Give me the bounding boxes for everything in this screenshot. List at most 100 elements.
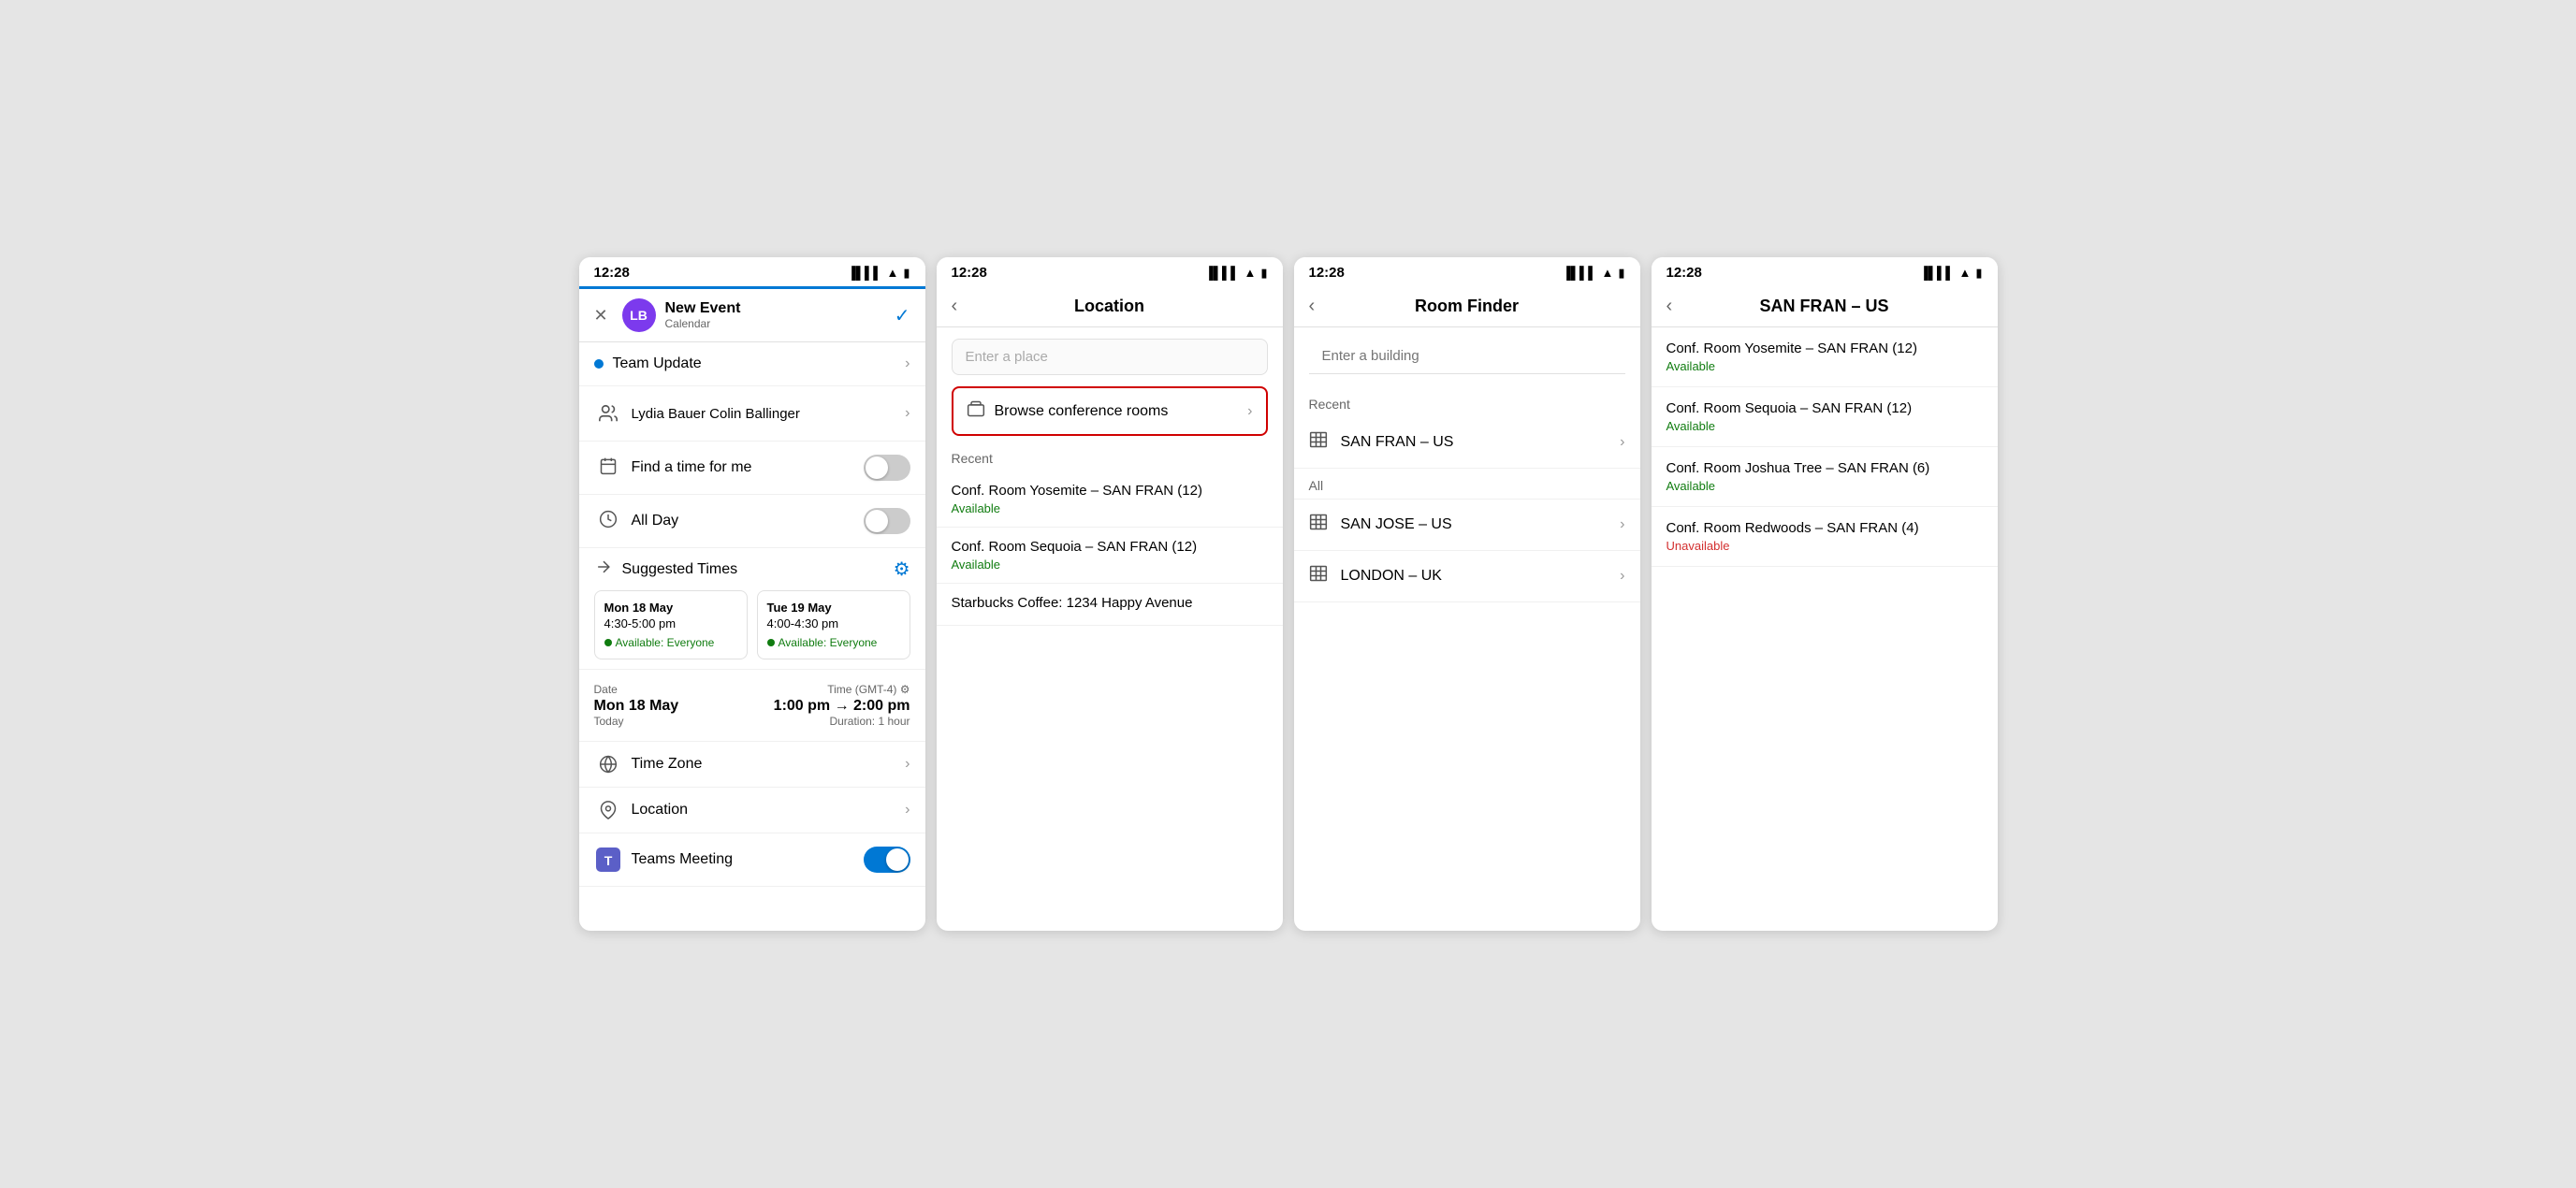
slot2-day: Tue 19 May (767, 601, 900, 615)
avail-dot-2 (767, 639, 775, 646)
wand-icon (594, 558, 613, 581)
check-button[interactable]: ✓ (882, 304, 910, 327)
room-item-0[interactable]: Conf. Room Yosemite – SAN FRAN (12)Avail… (1652, 327, 1998, 387)
room-name-3: Conf. Room Redwoods – SAN FRAN (4) (1666, 520, 1983, 536)
people-icon (594, 399, 622, 427)
browse-chevron-icon: › (1247, 403, 1252, 420)
signal-icon-4: ▐▌▌▌ (1920, 266, 1955, 280)
wifi-icon: ▲ (886, 266, 898, 280)
all-building-chevron-1: › (1620, 568, 1624, 585)
location-item-2[interactable]: Starbucks Coffee: 1234 Happy Avenue (937, 584, 1283, 626)
signal-icon-3: ▐▌▌▌ (1563, 266, 1597, 280)
all-building-1[interactable]: LONDON – UK › (1294, 551, 1640, 602)
all-day-toggle[interactable] (864, 508, 910, 534)
time-slot-1[interactable]: Mon 18 May 4:30-5:00 pm Available: Every… (594, 590, 748, 659)
room-item-2[interactable]: Conf. Room Joshua Tree – SAN FRAN (6)Ava… (1652, 447, 1998, 507)
status-time-1: 12:28 (594, 265, 630, 281)
status-icons-2: ▐▌▌▌ ▲ ▮ (1205, 266, 1268, 281)
suggested-label: Suggested Times (622, 561, 894, 578)
slot2-time: 4:00-4:30 pm (767, 616, 900, 630)
header-new-event: ✕ LB New Event Calendar ✓ (579, 289, 925, 342)
status-time-4: 12:28 (1666, 265, 1702, 281)
time-value: 1:00 pm → 2:00 pm (774, 698, 910, 715)
screen-room-finder: 12:28 ▐▌▌▌ ▲ ▮ ‹ Room Finder Recent SAN (1294, 257, 1640, 931)
room-finder-title: Room Finder (1337, 297, 1597, 316)
date-col: Date Mon 18 May Today (594, 683, 679, 728)
slot1-day: Mon 18 May (604, 601, 737, 615)
filter-icon[interactable]: ⚙ (894, 558, 910, 581)
wifi-icon-3: ▲ (1601, 266, 1613, 280)
slot1-time: 4:30-5:00 pm (604, 616, 737, 630)
status-bar-1: 12:28 ▐▌▌▌ ▲ ▮ (579, 257, 925, 286)
location-item-name-0: Conf. Room Yosemite – SAN FRAN (12) (952, 483, 1268, 499)
chevron-icon-event: › (905, 355, 910, 372)
location-row[interactable]: Location › (579, 788, 925, 833)
timezone-row[interactable]: Time Zone › (579, 742, 925, 788)
calendar-icon (594, 456, 622, 480)
location-item-0[interactable]: Conf. Room Yosemite – SAN FRAN (12)Avail… (937, 471, 1283, 528)
time-col: Time (GMT-4) ⚙ 1:00 pm → 2:00 pm Duratio… (774, 683, 910, 728)
status-bar-2: 12:28 ▐▌▌▌ ▲ ▮ (937, 257, 1283, 286)
time-label: Time (GMT-4) ⚙ (827, 683, 910, 696)
close-button[interactable]: ✕ (594, 306, 622, 326)
attendee-names: Lydia Bauer Colin Ballinger (632, 406, 906, 422)
room-name-1: Conf. Room Sequoia – SAN FRAN (12) (1666, 400, 1983, 416)
location-icon (594, 801, 622, 819)
chevron-icon-attendees: › (905, 405, 910, 422)
event-name: New Event (665, 300, 741, 317)
building-search-input[interactable] (1309, 339, 1625, 374)
recent-building-name-0: SAN FRAN – US (1341, 434, 1621, 451)
teams-toggle[interactable] (864, 847, 910, 873)
status-time-3: 12:28 (1309, 265, 1345, 281)
teams-icon: T (594, 848, 622, 872)
signal-icon: ▐▌▌▌ (848, 266, 882, 280)
screen-location: 12:28 ▐▌▌▌ ▲ ▮ ‹ Location Enter a place … (937, 257, 1283, 931)
back-button-2[interactable]: ‹ (952, 296, 980, 317)
building-icon-all-1 (1309, 564, 1328, 588)
room-item-3[interactable]: Conf. Room Redwoods – SAN FRAN (4)Unavai… (1652, 507, 1998, 567)
date-value: Mon 18 May (594, 698, 679, 715)
room-item-1[interactable]: Conf. Room Sequoia – SAN FRAN (12)Availa… (1652, 387, 1998, 447)
time-slot-2[interactable]: Tue 19 May 4:00-4:30 pm Available: Every… (757, 590, 910, 659)
teams-row: T Teams Meeting (579, 833, 925, 887)
location-search-field[interactable]: Enter a place (952, 339, 1268, 375)
avatar: LB (622, 298, 656, 332)
signal-icon-2: ▐▌▌▌ (1205, 266, 1240, 280)
all-buildings: SAN JOSE – US › LONDON – UK › (1294, 500, 1640, 602)
sanfran-title: SAN FRAN – US (1695, 297, 1955, 316)
status-icons-1: ▐▌▌▌ ▲ ▮ (848, 266, 910, 281)
location-item-1[interactable]: Conf. Room Sequoia – SAN FRAN (12)Availa… (937, 528, 1283, 584)
event-title-row[interactable]: Team Update › (579, 342, 925, 386)
browse-rooms-button[interactable]: Browse conference rooms › (952, 386, 1268, 436)
find-time-toggle[interactable] (864, 455, 910, 481)
datetime-section: Date Mon 18 May Today Time (GMT-4) ⚙ 1:0… (579, 670, 925, 742)
status-time-2: 12:28 (952, 265, 987, 281)
building-icon-all-0 (1309, 513, 1328, 537)
all-building-name-0: SAN JOSE – US (1341, 516, 1621, 533)
datetime-row: Date Mon 18 May Today Time (GMT-4) ⚙ 1:0… (594, 683, 910, 728)
all-building-0[interactable]: SAN JOSE – US › (1294, 500, 1640, 551)
status-bar-3: 12:28 ▐▌▌▌ ▲ ▮ (1294, 257, 1640, 286)
browse-rooms-label: Browse conference rooms (995, 403, 1248, 420)
slot1-avail-label: Available: Everyone (616, 636, 715, 649)
clock-icon (594, 510, 622, 533)
event-sub: Calendar (665, 317, 741, 330)
suggested-header: Suggested Times ⚙ (594, 558, 910, 581)
status-icons-4: ▐▌▌▌ ▲ ▮ (1920, 266, 1983, 281)
teams-label: Teams Meeting (632, 851, 864, 868)
find-time-label: Find a time for me (632, 459, 864, 476)
recent-building-0[interactable]: SAN FRAN – US › (1294, 417, 1640, 469)
back-button-4[interactable]: ‹ (1666, 296, 1695, 317)
avail-dot-1 (604, 639, 612, 646)
recent-buildings: SAN FRAN – US › (1294, 417, 1640, 469)
recent-building-chevron-0: › (1620, 434, 1624, 451)
room-status-2: Available (1666, 479, 1983, 493)
header-room-finder: ‹ Room Finder (1294, 286, 1640, 327)
find-time-row: Find a time for me (579, 442, 925, 495)
header-location: ‹ Location (937, 286, 1283, 327)
attendees-row[interactable]: Lydia Bauer Colin Ballinger › (579, 386, 925, 442)
location-item-name-2: Starbucks Coffee: 1234 Happy Avenue (952, 595, 1268, 611)
back-button-3[interactable]: ‹ (1309, 296, 1337, 317)
svg-text:T: T (604, 853, 612, 868)
globe-icon (594, 755, 622, 774)
